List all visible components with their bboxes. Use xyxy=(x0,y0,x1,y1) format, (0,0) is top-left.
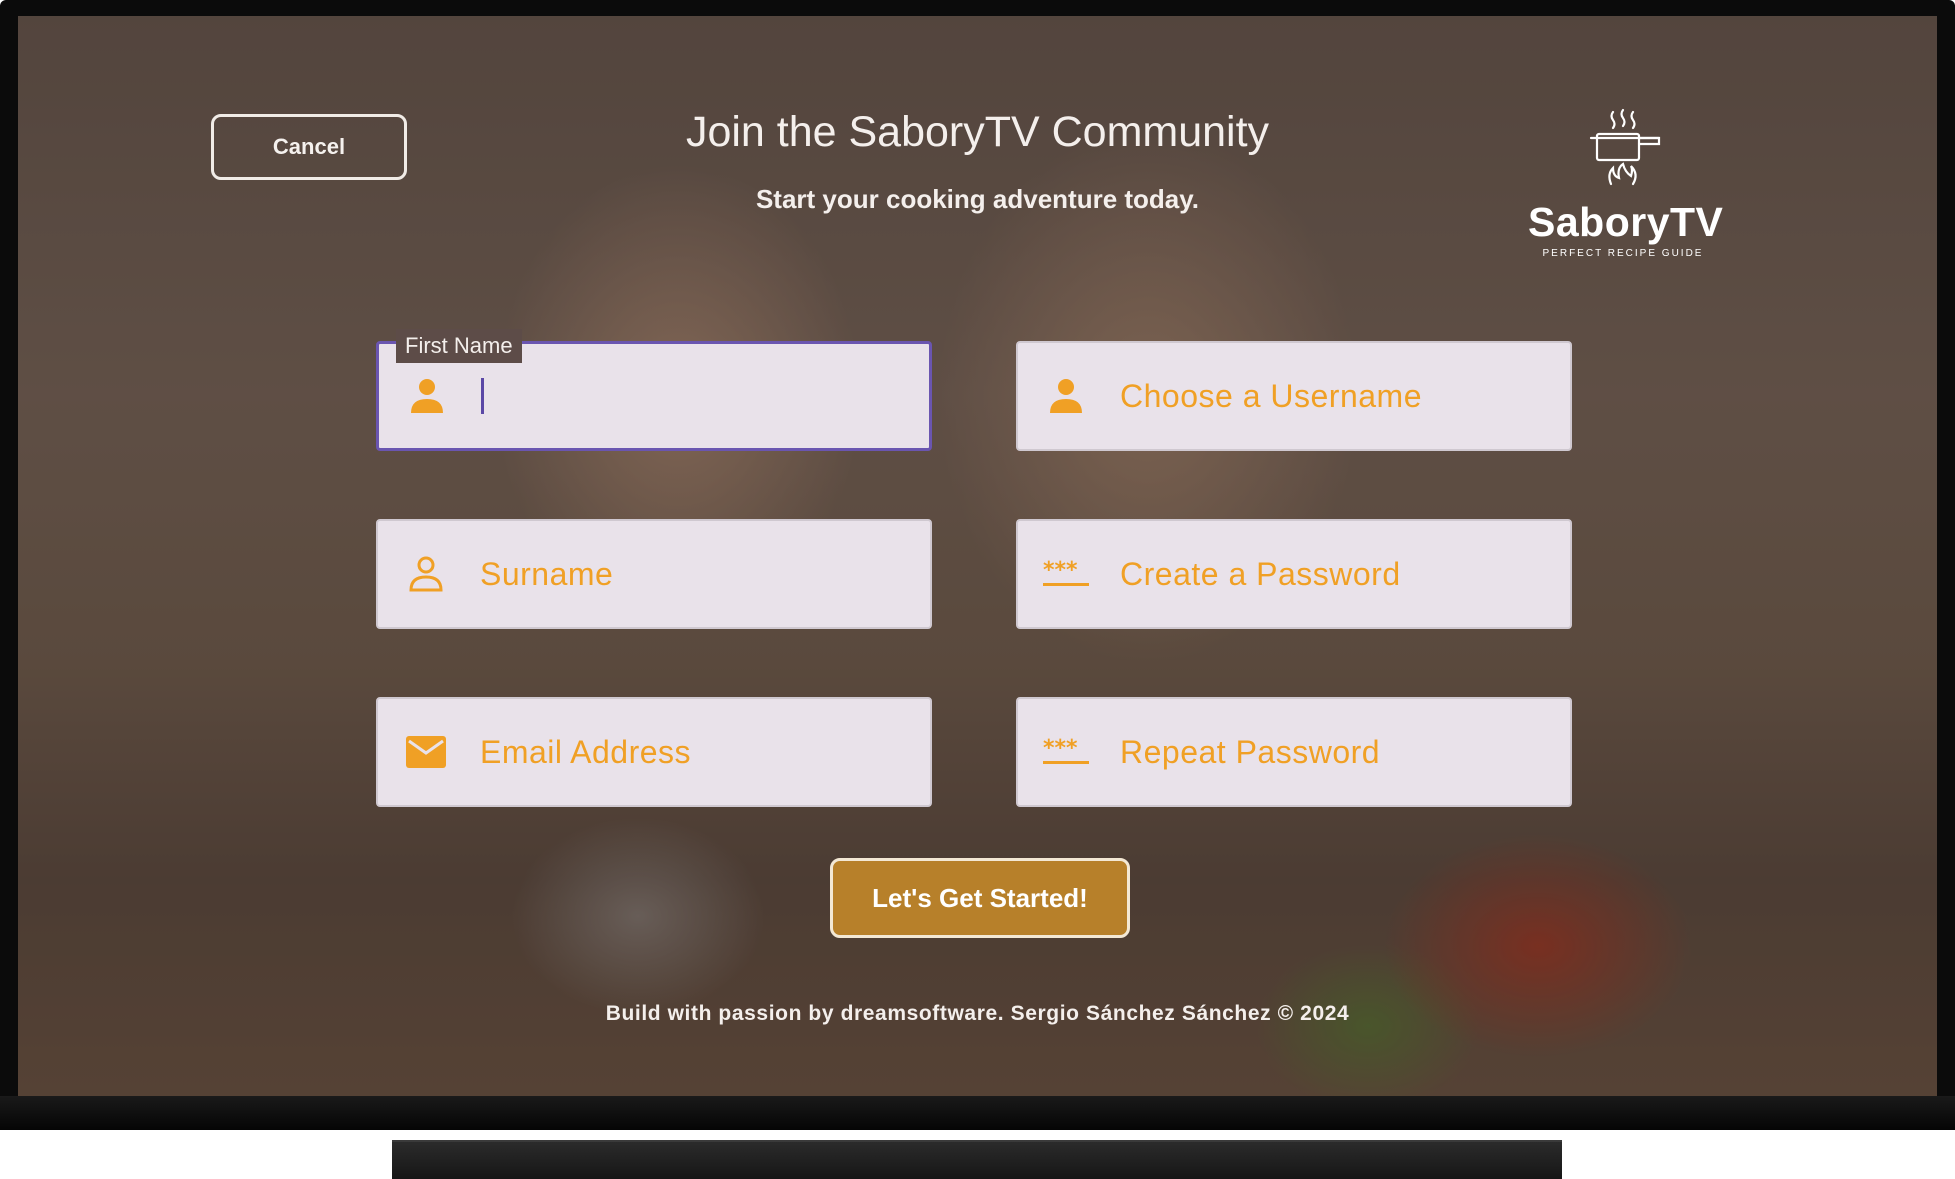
person-outline-icon xyxy=(402,550,450,598)
password-icon: *** xyxy=(1042,728,1090,776)
tv-bezel xyxy=(0,1096,1955,1130)
password-icon: *** xyxy=(1042,550,1090,598)
brand-tagline: PERFECT RECIPE GUIDE xyxy=(1542,248,1704,259)
email-field[interactable]: Email Address xyxy=(376,697,932,807)
svg-text:***: *** xyxy=(1043,737,1078,761)
person-icon xyxy=(1042,372,1090,420)
svg-text:***: *** xyxy=(1043,559,1078,583)
username-field[interactable]: Choose a Username xyxy=(1016,341,1572,451)
text-cursor xyxy=(481,378,484,414)
cooking-pot-icon xyxy=(1589,108,1661,186)
tv-stand xyxy=(392,1140,1562,1179)
tv-screen: Cancel Join the SaboryTV Community Start… xyxy=(18,16,1937,1096)
brand-logo: SaboryTV PERFECT RECIPE GUIDE xyxy=(1528,108,1724,298)
repeat-password-placeholder: Repeat Password xyxy=(1120,733,1381,770)
repeat-password-field[interactable]: *** Repeat Password xyxy=(1016,697,1572,807)
password-field[interactable]: *** Create a Password xyxy=(1016,519,1572,629)
username-placeholder: Choose a Username xyxy=(1120,377,1422,414)
brand-name: SaboryTV xyxy=(1528,199,1724,245)
password-placeholder: Create a Password xyxy=(1120,555,1401,592)
surname-field[interactable]: Surname xyxy=(376,519,932,629)
person-icon xyxy=(403,372,451,420)
footer-credit: Build with passion by dreamsoftware. Ser… xyxy=(605,1002,1350,1025)
surname-placeholder: Surname xyxy=(480,555,614,592)
get-started-button[interactable]: Let's Get Started! xyxy=(830,858,1130,938)
first-name-label: First Name xyxy=(396,329,522,363)
email-placeholder: Email Address xyxy=(480,733,692,770)
mail-icon xyxy=(402,728,450,776)
signup-screen: Cancel Join the SaboryTV Community Start… xyxy=(18,16,1937,1096)
